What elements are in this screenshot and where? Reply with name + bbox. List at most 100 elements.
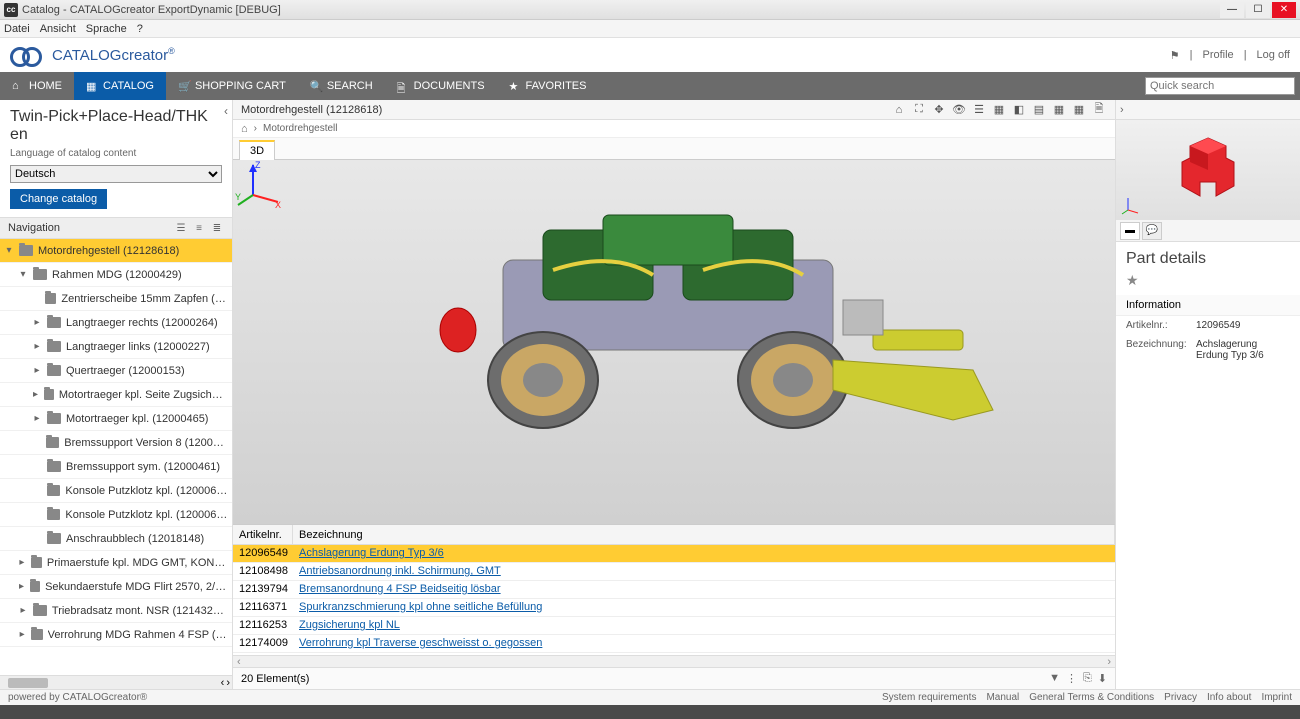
list-view-icon[interactable]: ☰: [174, 221, 188, 235]
preview-tab-2[interactable]: 💬: [1142, 222, 1162, 240]
tree-toggle-icon[interactable]: ▸: [32, 365, 42, 376]
table-hscrollbar[interactable]: ‹›: [233, 655, 1115, 667]
tree-hscrollbar[interactable]: ‹›: [0, 675, 232, 689]
footer-link[interactable]: Info about: [1207, 692, 1251, 703]
tree-toggle-icon[interactable]: ▸: [18, 557, 26, 568]
filter-icon[interactable]: ▼: [1049, 672, 1060, 685]
eye-icon[interactable]: 👁: [951, 102, 967, 118]
folder-icon: [47, 341, 61, 352]
tree-toggle-icon[interactable]: ▸: [32, 413, 42, 424]
table-row[interactable]: 12116371Spurkranzschmierung kpl ohne sei…: [233, 599, 1115, 617]
tree-item[interactable]: ▸Verrohrung MDG Rahmen 4 FSP (12096512): [0, 623, 232, 647]
nav-favorites[interactable]: ★FAVORITES: [497, 72, 599, 100]
table-row[interactable]: 12096549Achslagerung Erdung Typ 3/6: [233, 545, 1115, 563]
footer-link[interactable]: Privacy: [1164, 692, 1197, 703]
flag-icon[interactable]: ⚑: [1170, 49, 1180, 62]
tree-item[interactable]: Konsole Putzklotz kpl. (12000665): [0, 503, 232, 527]
tree-toggle-icon[interactable]: ▸: [18, 581, 25, 592]
tree-item[interactable]: ▾Motordrehgestell (12128618): [0, 239, 232, 263]
footer-link[interactable]: Imprint: [1261, 692, 1292, 703]
options-icon[interactable]: ⋮: [1066, 672, 1077, 685]
menu-sprache[interactable]: Sprache: [86, 23, 127, 35]
grid-icon[interactable]: ▦: [991, 102, 1007, 118]
tree-item[interactable]: ▸Sekundaerstufe MDG Flirt 2570, 2/4 SD, …: [0, 575, 232, 599]
tree-item[interactable]: ▸Triebradsatz mont. NSR (12143248): [0, 599, 232, 623]
tree-toggle-icon[interactable]: ▸: [32, 389, 39, 400]
nav-search[interactable]: 🔍SEARCH: [298, 72, 385, 100]
profile-link[interactable]: Profile: [1203, 49, 1234, 61]
tree-toggle-icon[interactable]: ▸: [32, 317, 42, 328]
sidebar-collapse-icon[interactable]: ‹: [224, 104, 228, 118]
nav-documents[interactable]: 🗎DOCUMENTS: [385, 72, 497, 100]
tree-item[interactable]: Bremssupport Version 8 (12000459): [0, 431, 232, 455]
preview-tab-1[interactable]: ▬: [1120, 222, 1140, 240]
table1-icon[interactable]: ▦: [1051, 102, 1067, 118]
part-preview[interactable]: [1116, 120, 1300, 220]
tree-toggle-icon[interactable]: ▾: [4, 245, 14, 256]
favorite-star-icon[interactable]: ★: [1116, 272, 1300, 295]
outdent-icon[interactable]: ≣: [210, 221, 224, 235]
indent-icon[interactable]: ≡: [192, 221, 206, 235]
list-icon[interactable]: ☰: [971, 102, 987, 118]
home-icon[interactable]: ⌂: [891, 102, 907, 118]
tree-item[interactable]: ▸Quertraeger (12000153): [0, 359, 232, 383]
tree-label: Rahmen MDG (12000429): [52, 269, 182, 281]
close-button[interactable]: ✕: [1272, 2, 1296, 18]
tree-item[interactable]: ▾ Rahmen MDG (12000429): [0, 263, 232, 287]
part-link[interactable]: Spurkranzschmierung kpl ohne seitliche B…: [299, 601, 542, 613]
table-row[interactable]: 12010525Aufkleber Achsabstand 2.50m: [233, 653, 1115, 655]
menu-ansicht[interactable]: Ansicht: [40, 23, 76, 35]
tree-item[interactable]: ▸Motortraeger kpl. Seite Zugsicherung (1…: [0, 383, 232, 407]
breadcrumb-home-icon[interactable]: ⌂: [241, 123, 248, 135]
table-row[interactable]: 12139794Bremsanordnung 4 FSP Beidseitig …: [233, 581, 1115, 599]
logoff-link[interactable]: Log off: [1257, 49, 1290, 61]
footer-link[interactable]: Manual: [986, 692, 1019, 703]
tree-item[interactable]: ▸Primaerstufe kpl. MDG GMT, KONI (121364…: [0, 551, 232, 575]
tree-toggle-icon[interactable]: ▸: [18, 629, 26, 640]
tree-item[interactable]: Konsole Putzklotz kpl. (12000661): [0, 479, 232, 503]
part-link[interactable]: Zugsicherung kpl NL: [299, 619, 400, 631]
part-link[interactable]: Antriebsanordnung inkl. Schirmung, GMT: [299, 565, 501, 577]
pdf-icon[interactable]: 🗎: [1091, 102, 1107, 118]
table-row[interactable]: 12108498Antriebsanordnung inkl. Schirmun…: [233, 563, 1115, 581]
part-link[interactable]: Bremsanordnung 4 FSP Beidseitig lösbar: [299, 583, 501, 595]
download-icon[interactable]: ⬇: [1098, 672, 1107, 685]
table-row[interactable]: 12116253Zugsicherung kpl NL: [233, 617, 1115, 635]
tree-item[interactable]: Zentrierscheibe 15mm Zapfen (12183259): [0, 287, 232, 311]
copy-icon[interactable]: ⎘: [1083, 672, 1092, 685]
tab-3d[interactable]: 3D: [239, 140, 275, 160]
breadcrumb-item[interactable]: Motordrehgestell: [263, 123, 337, 134]
quick-search-input[interactable]: [1145, 77, 1295, 95]
chart-icon[interactable]: ▤: [1031, 102, 1047, 118]
menu-datei[interactable]: Datei: [4, 23, 30, 35]
tree-item[interactable]: Bremssupport sym. (12000461): [0, 455, 232, 479]
tree-toggle-icon[interactable]: ▸: [32, 341, 42, 352]
nav-cart[interactable]: 🛒SHOPPING CART: [166, 72, 298, 100]
tree-toggle-icon[interactable]: ▾: [18, 269, 28, 280]
nav-home[interactable]: ⌂HOME: [0, 72, 74, 100]
footer-link[interactable]: General Terms & Conditions: [1029, 692, 1154, 703]
change-catalog-button[interactable]: Change catalog: [10, 189, 107, 209]
tree-item[interactable]: ▸Langtraeger links (12000227): [0, 335, 232, 359]
part-link[interactable]: Achslagerung Erdung Typ 3/6: [299, 547, 444, 559]
maximize-button[interactable]: ☐: [1246, 2, 1270, 18]
3d-viewport[interactable]: Z X Y: [233, 160, 1115, 524]
tree-toggle-icon[interactable]: ▸: [18, 605, 28, 616]
col-bezeichnung[interactable]: Bezeichnung: [293, 525, 1115, 544]
table2-icon[interactable]: ▦: [1071, 102, 1087, 118]
table-row[interactable]: 12174009Verrohrung kpl Traverse geschwei…: [233, 635, 1115, 653]
move-icon[interactable]: ✥: [931, 102, 947, 118]
tree-item[interactable]: Anschraubblech (12018148): [0, 527, 232, 551]
language-select[interactable]: Deutsch: [10, 165, 222, 183]
fullscreen-icon[interactable]: ⛶: [911, 102, 927, 118]
tree-item[interactable]: ▸Langtraeger rechts (12000264): [0, 311, 232, 335]
layout1-icon[interactable]: ◧: [1011, 102, 1027, 118]
menu-help[interactable]: ?: [137, 23, 143, 35]
tree-item[interactable]: ▸Motortraeger kpl. (12000465): [0, 407, 232, 431]
right-collapse-icon[interactable]: ›: [1116, 100, 1300, 120]
nav-catalog[interactable]: ▦CATALOG: [74, 72, 166, 100]
footer-link[interactable]: System requirements: [882, 692, 976, 703]
col-artikelnr[interactable]: Artikelnr.: [233, 525, 293, 544]
minimize-button[interactable]: —: [1220, 2, 1244, 18]
part-link[interactable]: Verrohrung kpl Traverse geschweisst o. g…: [299, 637, 542, 649]
